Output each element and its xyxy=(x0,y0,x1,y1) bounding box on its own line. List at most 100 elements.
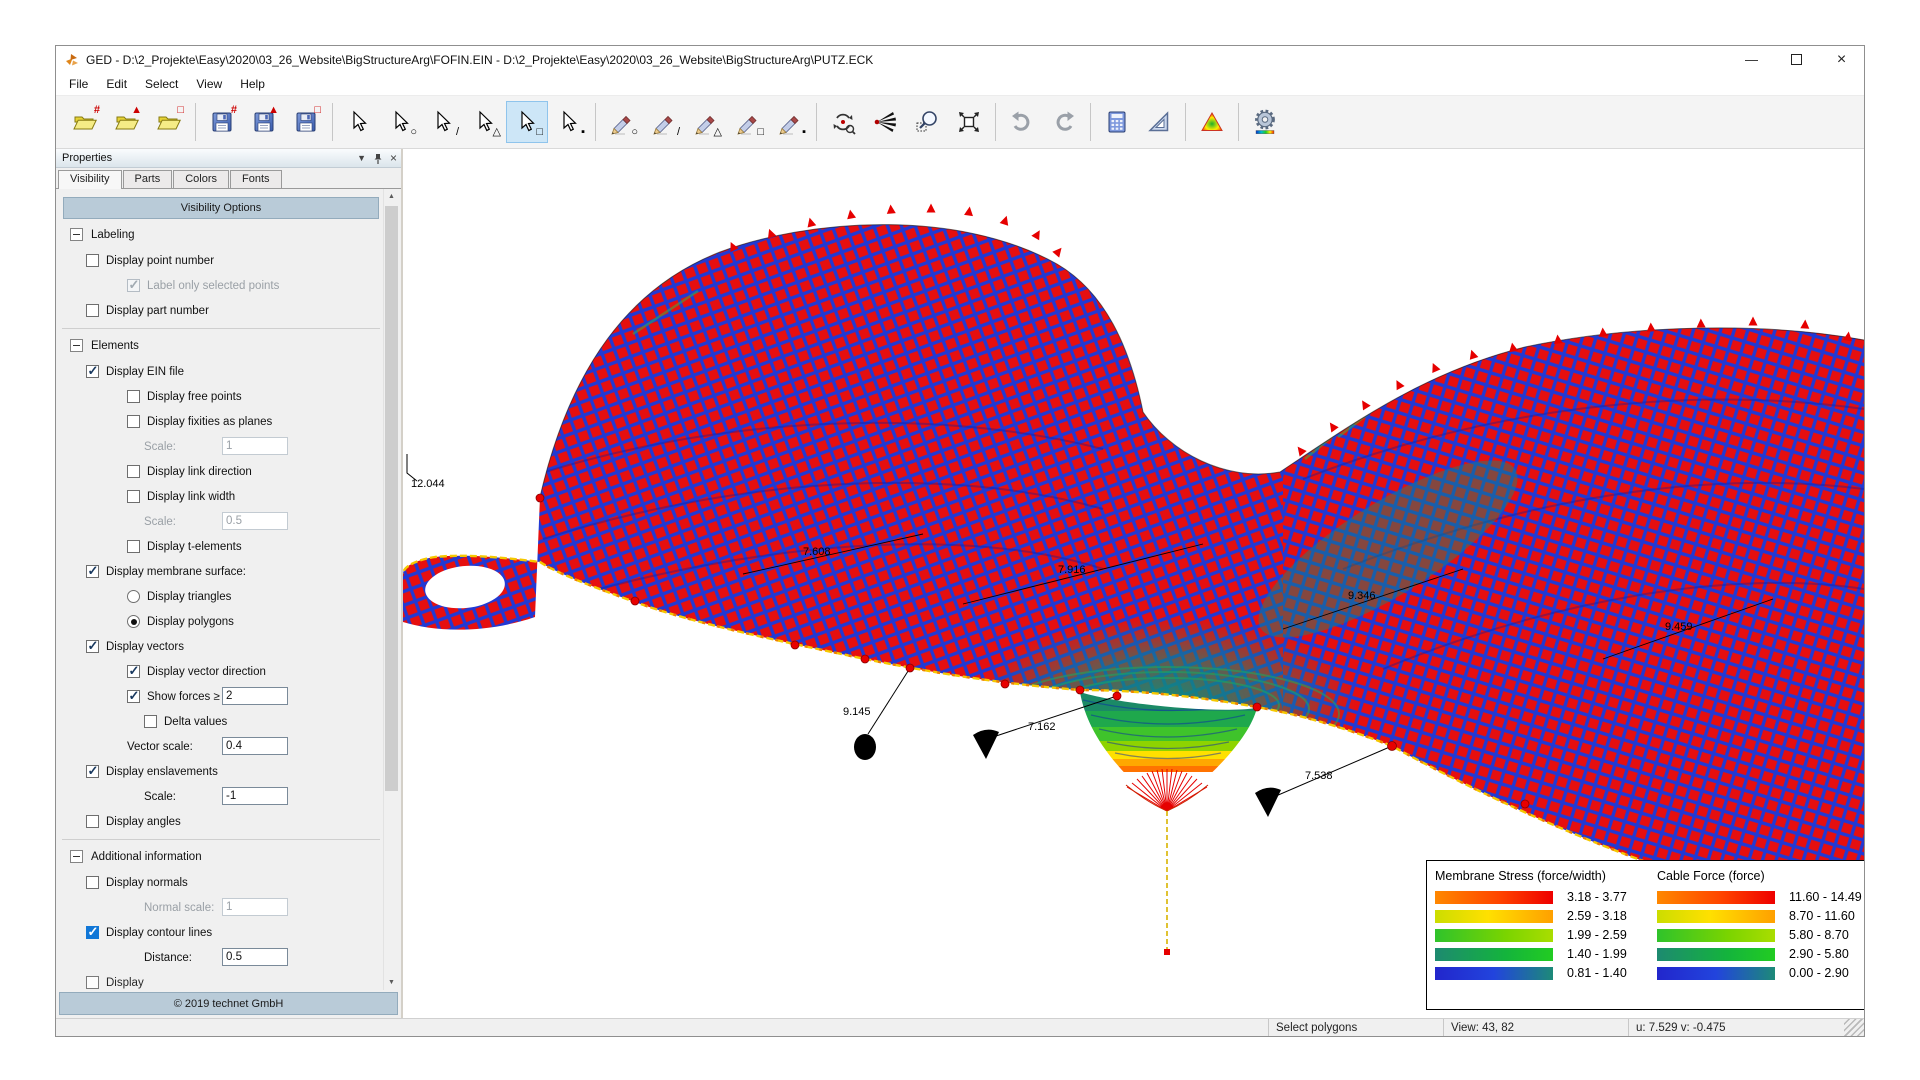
select-triangles-button[interactable]: △ xyxy=(464,101,506,143)
select-polygons-button[interactable]: □ xyxy=(506,101,548,143)
checkbox[interactable] xyxy=(86,565,99,578)
enslavement-scale-input[interactable] xyxy=(222,787,288,805)
option-display-t-elements[interactable]: Display t-elements xyxy=(60,534,382,559)
option-display-link-direction[interactable]: Display link direction xyxy=(60,459,382,484)
option-display-enslavements[interactable]: Display enslavements xyxy=(60,759,382,784)
option-clipped[interactable]: Display xyxy=(60,970,382,990)
checkbox[interactable] xyxy=(127,490,140,503)
checkbox[interactable] xyxy=(127,390,140,403)
open-polygons-file-button[interactable]: □ xyxy=(148,101,190,143)
checkbox[interactable] xyxy=(86,976,99,989)
option-display-vector-direction[interactable]: Display vector direction xyxy=(60,659,382,684)
tab-parts[interactable]: Parts xyxy=(123,170,173,188)
panel-close-icon[interactable]: × xyxy=(390,151,397,165)
checkbox[interactable] xyxy=(86,640,99,653)
checkbox[interactable] xyxy=(127,665,140,678)
select-marked-button[interactable]: ▪ xyxy=(548,101,590,143)
option-display-membrane-surface[interactable]: Display membrane surface: xyxy=(60,559,382,584)
zoom-extents-button[interactable] xyxy=(948,101,990,143)
select-button[interactable] xyxy=(338,101,380,143)
redo-button[interactable] xyxy=(1043,101,1085,143)
menu-file[interactable]: File xyxy=(60,74,97,94)
menu-select[interactable]: Select xyxy=(136,74,187,94)
close-button[interactable]: × xyxy=(1819,46,1864,73)
checkbox[interactable] xyxy=(86,254,99,267)
resize-grip[interactable] xyxy=(1844,1019,1864,1036)
checkbox[interactable] xyxy=(86,365,99,378)
fofin-result-view-button[interactable] xyxy=(1191,101,1233,143)
option-delta-values[interactable]: Delta values xyxy=(60,709,382,734)
tab-fonts[interactable]: Fonts xyxy=(230,170,282,188)
collapse-icon[interactable] xyxy=(70,850,83,863)
menu-help[interactable]: Help xyxy=(231,74,274,94)
pan-rotate-zoom-button[interactable] xyxy=(822,101,864,143)
checkbox[interactable] xyxy=(86,926,99,939)
scroll-down-icon[interactable]: ▼ xyxy=(384,975,399,990)
option-display-free-points[interactable]: Display free points xyxy=(60,384,382,409)
title-bar[interactable]: GED - D:\2_Projekte\Easy\2020\03_26_Webs… xyxy=(56,46,1864,73)
normal-scale-input[interactable] xyxy=(222,898,288,916)
fixities-scale-input[interactable] xyxy=(222,437,288,455)
select-links-button[interactable]: / xyxy=(422,101,464,143)
panel-menu-chevron-icon[interactable]: ▼ xyxy=(357,153,366,163)
draw-links-button[interactable]: / xyxy=(643,101,685,143)
select-points-button[interactable]: ○ xyxy=(380,101,422,143)
checkbox[interactable] xyxy=(144,715,157,728)
minimize-button[interactable]: — xyxy=(1729,46,1774,73)
open-triangles-file-button[interactable]: ▲ xyxy=(106,101,148,143)
menu-view[interactable]: View xyxy=(187,74,231,94)
save-points-file-button[interactable]: # xyxy=(201,101,243,143)
checkbox[interactable] xyxy=(86,765,99,778)
link-width-scale-input[interactable] xyxy=(222,512,288,530)
panel-title-bar[interactable]: Properties ▼ × xyxy=(56,149,401,168)
color-scale-settings-button[interactable] xyxy=(1244,101,1286,143)
option-display-triangles[interactable]: Display triangles xyxy=(60,584,382,609)
save-polygons-file-button[interactable]: □ xyxy=(285,101,327,143)
option-display-angles[interactable]: Display angles xyxy=(60,809,382,834)
viewport-3d[interactable]: 12.044 7.608 7.916 9.346 9.459 9.145 7.1… xyxy=(403,149,1864,1018)
draw-points-button[interactable]: ○ xyxy=(601,101,643,143)
draw-triangles-button[interactable]: △ xyxy=(685,101,727,143)
draw-polygons-button[interactable]: □ xyxy=(727,101,769,143)
draw-marked-button[interactable]: ▪ xyxy=(769,101,811,143)
pin-icon[interactable] xyxy=(373,153,383,164)
scroll-up-icon[interactable]: ▲ xyxy=(384,189,399,204)
zoom-to-point-button[interactable] xyxy=(864,101,906,143)
option-display-polygons[interactable]: Display polygons xyxy=(60,609,382,634)
option-display-point-number[interactable]: Display point number xyxy=(60,248,382,273)
section-labeling[interactable]: Labeling xyxy=(60,221,382,248)
checkbox[interactable] xyxy=(127,690,140,703)
menu-edit[interactable]: Edit xyxy=(97,74,136,94)
collapse-icon[interactable] xyxy=(70,228,83,241)
checkbox[interactable] xyxy=(86,304,99,317)
zoom-window-button[interactable] xyxy=(906,101,948,143)
section-additional-information[interactable]: Additional information xyxy=(60,843,382,870)
tab-colors[interactable]: Colors xyxy=(173,170,229,188)
show-forces-threshold-input[interactable] xyxy=(222,687,288,705)
option-display-contour-lines[interactable]: Display contour lines xyxy=(60,920,382,945)
undo-button[interactable] xyxy=(1001,101,1043,143)
radio-button[interactable] xyxy=(127,615,140,628)
contour-distance-input[interactable] xyxy=(222,948,288,966)
option-display-vectors[interactable]: Display vectors xyxy=(60,634,382,659)
compute-button[interactable] xyxy=(1096,101,1138,143)
checkbox[interactable] xyxy=(127,540,140,553)
scrollbar-thumb[interactable] xyxy=(385,206,398,791)
checkbox[interactable] xyxy=(86,815,99,828)
option-display-part-number[interactable]: Display part number xyxy=(60,298,382,323)
option-display-fixities-as-planes[interactable]: Display fixities as planes xyxy=(60,409,382,434)
option-show-forces[interactable]: Show forces ≥ xyxy=(60,684,382,709)
checkbox[interactable] xyxy=(127,415,140,428)
option-display-normals[interactable]: Display normals xyxy=(60,870,382,895)
measure-button[interactable] xyxy=(1138,101,1180,143)
open-points-file-button[interactable]: # xyxy=(64,101,106,143)
section-elements[interactable]: Elements xyxy=(60,332,382,359)
checkbox[interactable] xyxy=(86,876,99,889)
save-triangles-file-button[interactable]: ▲ xyxy=(243,101,285,143)
panel-scrollbar[interactable]: ▲ ▼ xyxy=(383,189,399,990)
radio-button[interactable] xyxy=(127,590,140,603)
vector-scale-input[interactable] xyxy=(222,737,288,755)
collapse-icon[interactable] xyxy=(70,339,83,352)
tab-visibility[interactable]: Visibility xyxy=(58,170,122,189)
option-display-ein-file[interactable]: Display EIN file xyxy=(60,359,382,384)
